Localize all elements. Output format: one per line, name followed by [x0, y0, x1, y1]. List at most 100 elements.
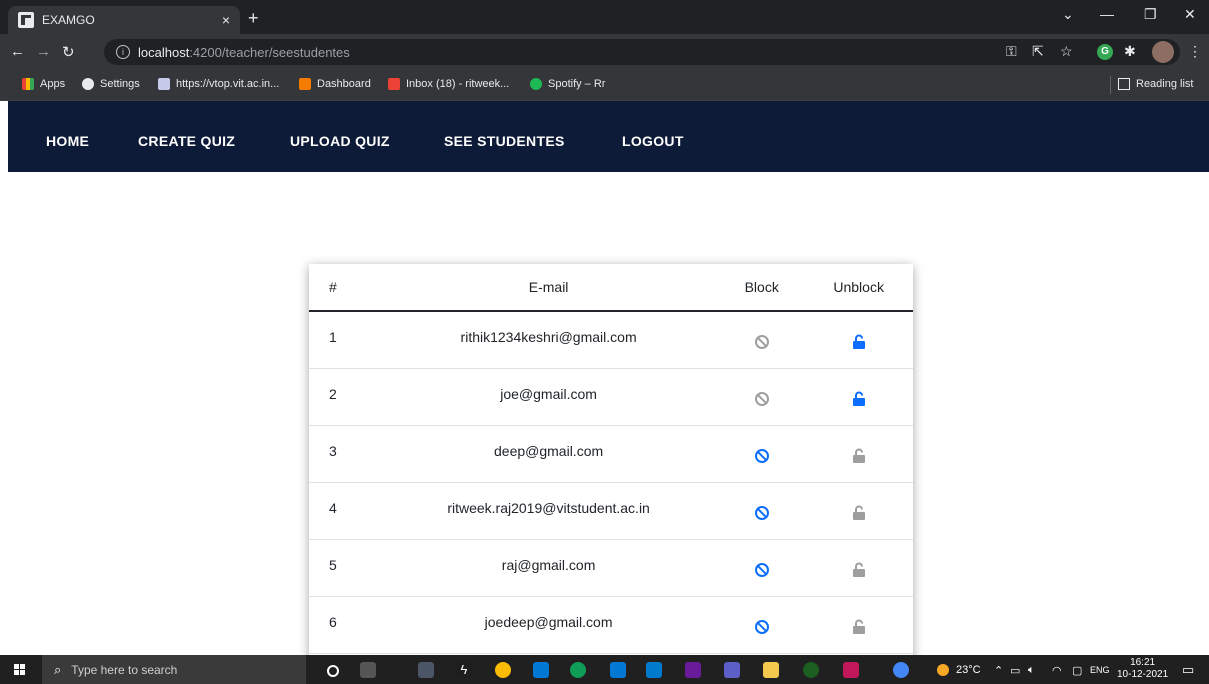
- clock-date: 10-12-2021: [1117, 669, 1169, 680]
- grammarly-extension-icon[interactable]: G: [1097, 44, 1113, 60]
- bookmark-gmail[interactable]: Inbox (18) - ritweek...: [388, 78, 509, 90]
- bookmark-apps[interactable]: Apps: [22, 78, 65, 90]
- nav-logout[interactable]: LOGOUT: [622, 133, 684, 149]
- unblock-cell: [804, 482, 913, 540]
- row-number: 3: [309, 425, 379, 483]
- header-email: E-mail: [378, 264, 720, 312]
- browser-tab[interactable]: EXAMGO ×: [8, 6, 240, 34]
- unlock-icon[interactable]: [852, 448, 866, 467]
- block-icon[interactable]: [754, 391, 770, 410]
- bookmark-star-icon[interactable]: ☆: [1060, 43, 1073, 60]
- block-icon[interactable]: [754, 448, 770, 467]
- search-placeholder: Type here to search: [71, 662, 178, 677]
- task-view-icon[interactable]: [360, 662, 376, 678]
- bookmark-spotify[interactable]: Spotify – Rr: [530, 78, 605, 90]
- unblock-cell: [804, 368, 913, 426]
- maximize-icon[interactable]: ❐: [1144, 6, 1157, 23]
- reading-list-button[interactable]: Reading list: [1110, 76, 1193, 94]
- tab-search-icon[interactable]: ⌄: [1062, 6, 1074, 23]
- block-cell: [719, 539, 805, 597]
- file-explorer-icon[interactable]: [763, 662, 779, 678]
- site-info-icon[interactable]: i: [116, 45, 130, 59]
- table-row: 6 joedeep@gmail.com: [309, 596, 913, 654]
- reading-list-icon: [1118, 78, 1130, 90]
- volume-icon[interactable]: 🔈︎: [1028, 664, 1035, 677]
- share-icon[interactable]: ⇱: [1032, 43, 1044, 60]
- block-icon[interactable]: [754, 562, 770, 581]
- unblock-cell: [804, 539, 913, 597]
- row-email: deep@gmail.com: [378, 425, 720, 483]
- pen-icon[interactable]: ▢: [1072, 664, 1082, 677]
- battery-icon[interactable]: ▭: [1010, 664, 1020, 677]
- forward-icon[interactable]: →: [36, 43, 51, 60]
- tab-close-icon[interactable]: ×: [222, 12, 230, 28]
- cortana-icon[interactable]: [327, 665, 339, 677]
- visual-studio-icon[interactable]: [843, 662, 859, 678]
- search-icon: ⌕: [54, 661, 62, 677]
- bookmarks-divider: [1110, 76, 1111, 94]
- minimize-icon[interactable]: —: [1100, 6, 1114, 22]
- extensions-icon[interactable]: ✱: [1124, 43, 1136, 60]
- table-row: 4 ritweek.raj2019@vitstudent.ac.in: [309, 482, 913, 540]
- block-icon[interactable]: [754, 619, 770, 638]
- app-navbar: HOME CREATE QUIZ UPLOAD QUIZ SEE STUDENT…: [8, 101, 1209, 172]
- bookmark-settings[interactable]: Settings: [82, 78, 140, 90]
- unlock-icon[interactable]: [852, 562, 866, 581]
- table-row: 1 rithik1234keshri@gmail.com: [309, 311, 913, 369]
- bookmarks-bar: Apps Settings https://vtop.vit.ac.in... …: [0, 70, 1209, 101]
- nav-see-studentes[interactable]: SEE STUDENTES: [444, 133, 565, 149]
- mail-icon[interactable]: [533, 662, 549, 678]
- unlock-icon[interactable]: [852, 334, 866, 353]
- new-tab-button[interactable]: +: [248, 8, 259, 29]
- menu-kebab-icon[interactable]: ⋮: [1188, 43, 1202, 60]
- profile-avatar[interactable]: [1152, 41, 1174, 63]
- edge-icon[interactable]: [570, 662, 586, 678]
- weather-icon[interactable]: [937, 664, 949, 676]
- students-table-card: # E-mail Block Unblock 1 rithik1234keshri…: [309, 264, 913, 684]
- vscode-icon[interactable]: [646, 662, 662, 678]
- terminal-icon[interactable]: [418, 662, 434, 678]
- unlock-icon[interactable]: [852, 619, 866, 638]
- windows-start-icon[interactable]: [14, 664, 26, 676]
- table-header-row: # E-mail Block Unblock: [309, 264, 913, 312]
- block-cell: [719, 425, 805, 483]
- header-unblock: Unblock: [804, 264, 913, 312]
- store-icon[interactable]: [610, 662, 626, 678]
- bolt-app-icon[interactable]: ϟ: [456, 662, 472, 678]
- wifi-icon[interactable]: ◠: [1052, 664, 1062, 677]
- mongodb-icon[interactable]: [803, 662, 819, 678]
- weather-temp[interactable]: 23°C: [956, 664, 981, 676]
- window-close-icon[interactable]: ✕: [1184, 6, 1196, 23]
- nav-upload-quiz[interactable]: UPLOAD QUIZ: [290, 133, 390, 149]
- row-number: 4: [309, 482, 379, 540]
- row-email: rithik1234keshri@gmail.com: [378, 311, 720, 369]
- block-cell: [719, 368, 805, 426]
- bookmark-dashboard[interactable]: Dashboard: [299, 78, 371, 90]
- bookmark-vtop[interactable]: https://vtop.vit.ac.in...: [158, 78, 279, 90]
- reload-icon[interactable]: ↻: [62, 43, 75, 61]
- unlock-icon[interactable]: [852, 391, 866, 410]
- notifications-icon[interactable]: ▭: [1182, 662, 1194, 678]
- block-cell: [719, 596, 805, 654]
- apps-grid-icon: [22, 78, 34, 90]
- tray-expand-icon[interactable]: ⌃: [994, 664, 1003, 677]
- intellij-icon[interactable]: [685, 662, 701, 678]
- nav-create-quiz[interactable]: CREATE QUIZ: [138, 133, 235, 149]
- block-icon[interactable]: [754, 335, 770, 353]
- chrome-icon[interactable]: [495, 662, 511, 678]
- block-icon[interactable]: [754, 505, 770, 524]
- nav-home[interactable]: HOME: [46, 133, 89, 149]
- help-icon[interactable]: [893, 662, 909, 678]
- unlock-icon[interactable]: [852, 505, 866, 524]
- taskbar-search-input[interactable]: ⌕ Type here to search: [42, 655, 306, 684]
- dashboard-favicon-icon: [299, 78, 311, 90]
- url-bar[interactable]: i localhost :4200/teacher/seestudentes: [104, 39, 1180, 65]
- unblock-cell: [804, 425, 913, 483]
- taskbar-clock[interactable]: 16:21 10-12-2021: [1117, 657, 1168, 681]
- header-block: Block: [719, 264, 805, 312]
- key-icon[interactable]: ⚿: [1006, 43, 1017, 60]
- back-icon[interactable]: ←: [10, 43, 25, 60]
- teams-icon[interactable]: [724, 662, 740, 678]
- language-indicator[interactable]: ENG: [1090, 665, 1110, 675]
- table-row: 2 joe@gmail.com: [309, 368, 913, 426]
